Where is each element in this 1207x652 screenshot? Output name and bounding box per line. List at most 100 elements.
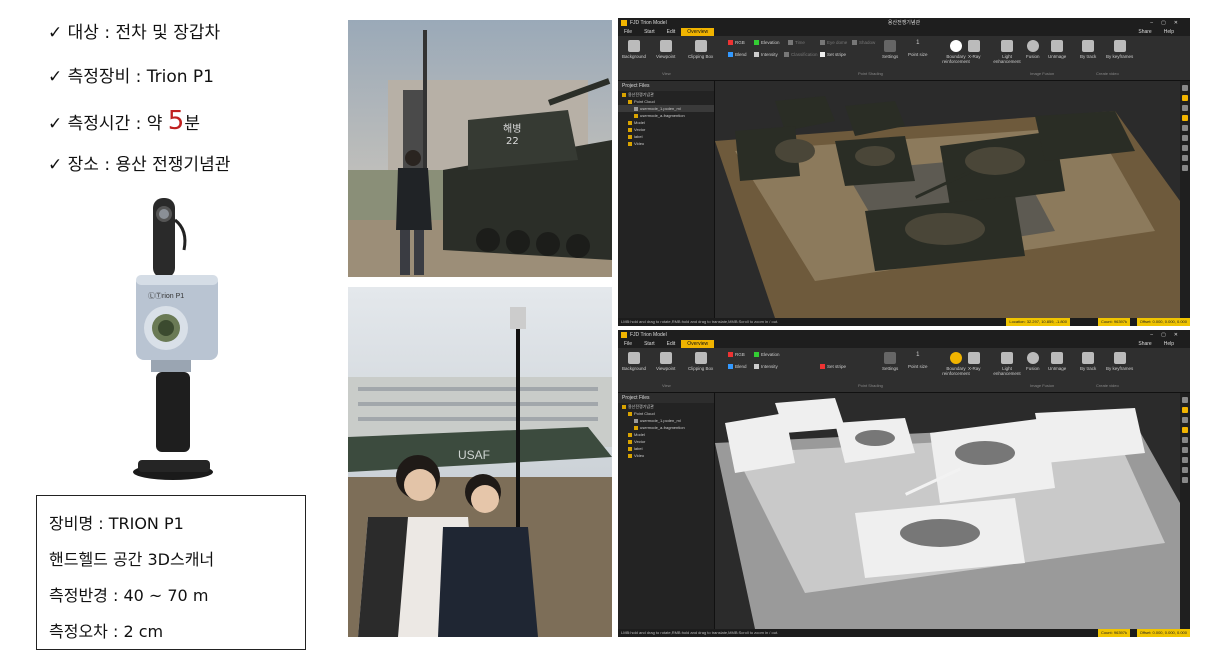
- menu-file[interactable]: File: [618, 28, 638, 36]
- share-button[interactable]: Share: [1132, 28, 1157, 36]
- classification-button[interactable]: Classification: [784, 52, 818, 58]
- tool-icon[interactable]: [1182, 105, 1188, 111]
- tool-icon[interactable]: [1182, 407, 1188, 413]
- by-keyframe-button[interactable]: By keyframes: [1106, 40, 1133, 59]
- xray-button[interactable]: X-Ray: [968, 40, 981, 59]
- viewpoint-label: Viewpoint: [656, 54, 676, 59]
- tree-item-model[interactable]: Model: [618, 119, 714, 126]
- tool-icon[interactable]: [1182, 437, 1188, 443]
- tree-item-root[interactable]: 용산전쟁기념관: [618, 91, 714, 98]
- menu-start[interactable]: Start: [638, 28, 661, 36]
- elevation-button[interactable]: Elevation: [754, 40, 780, 46]
- tool-icon[interactable]: [1182, 145, 1188, 151]
- group-view-label: View: [662, 383, 671, 388]
- fusion-button[interactable]: Fusion: [1026, 40, 1040, 59]
- tree-item-pc2[interactable]: usermode_a-fragmention: [618, 112, 714, 119]
- clipping-box-button[interactable]: Clipping Box: [688, 352, 713, 371]
- tree-item-pc2[interactable]: usermode_a-fragmention: [618, 424, 714, 431]
- menu-edit[interactable]: Edit: [661, 28, 682, 36]
- status-offset: Offset: 0.000, 0.000, 0.000: [1136, 629, 1190, 637]
- settings-button[interactable]: Settings: [882, 40, 898, 59]
- tool-icon[interactable]: [1182, 477, 1188, 483]
- share-button[interactable]: Share: [1132, 340, 1157, 348]
- intensity-button[interactable]: Intensity: [754, 52, 778, 58]
- by-track-button[interactable]: By track: [1080, 352, 1096, 371]
- info-time-prefix: ✓ 측정시간 : 약: [48, 114, 168, 134]
- tree-item-point-cloud[interactable]: Point Cloud: [618, 98, 714, 105]
- window-controls[interactable]: –▢✕: [1150, 330, 1186, 340]
- rgb-button[interactable]: RGB: [728, 352, 745, 358]
- keyframe-icon: [1113, 352, 1126, 364]
- rgb-button[interactable]: RGB: [728, 40, 745, 46]
- tool-icon[interactable]: [1182, 427, 1188, 433]
- intensity-button[interactable]: Intensity: [754, 364, 778, 370]
- unimage-button[interactable]: UnImage: [1048, 40, 1066, 59]
- menu-overview[interactable]: Overview: [681, 28, 715, 36]
- tree-item-pc1[interactable]: usermode_1.pcden_ml: [618, 105, 714, 112]
- group-point-shading-label: Point Shading: [858, 71, 883, 76]
- tree-item-label[interactable]: label: [618, 445, 714, 452]
- settings-button[interactable]: Settings: [882, 352, 898, 371]
- light-button[interactable]: Light enhancement: [990, 352, 1024, 376]
- tree-item-video[interactable]: Video: [618, 452, 714, 459]
- point-size-control[interactable]: 1 Point size: [908, 40, 928, 57]
- tree-item-pc1[interactable]: usermode_1.pcden_ml: [618, 417, 714, 424]
- blend-button[interactable]: Blend: [728, 364, 747, 370]
- set-stripe-icon: [820, 52, 825, 58]
- tree-item-vector[interactable]: Vector: [618, 438, 714, 445]
- viewpoint-button[interactable]: Viewpoint: [656, 40, 675, 59]
- by-keyframe-button[interactable]: By keyframes: [1106, 352, 1133, 371]
- point-size-control[interactable]: 1 Point size: [908, 352, 928, 369]
- tree-item-video[interactable]: Video: [618, 140, 714, 147]
- tree-item-model[interactable]: Model: [618, 431, 714, 438]
- tool-icon[interactable]: [1182, 95, 1188, 101]
- shadow-button[interactable]: Shadow: [852, 40, 875, 46]
- tool-icon[interactable]: [1182, 467, 1188, 473]
- viewpoint-button[interactable]: Viewpoint: [656, 352, 675, 371]
- unimage-button[interactable]: UnImage: [1048, 352, 1066, 371]
- tree-item-root[interactable]: 용산전쟁기념관: [618, 403, 714, 410]
- background-button[interactable]: Background: [622, 352, 646, 371]
- tool-icon[interactable]: [1182, 417, 1188, 423]
- xray-button[interactable]: X-Ray: [968, 352, 981, 371]
- tool-icon[interactable]: [1182, 135, 1188, 141]
- tool-icon[interactable]: [1182, 125, 1188, 131]
- info-target: ✓ 대상 : 전차 및 장갑차: [48, 23, 221, 43]
- info-equipment: ✓ 측정장비 : Trion P1: [48, 67, 214, 87]
- point-cloud-viewport-rgb[interactable]: [715, 81, 1180, 318]
- help-button[interactable]: Help: [1158, 28, 1180, 36]
- fusion-button[interactable]: Fusion: [1026, 352, 1040, 371]
- menu-overview[interactable]: Overview: [681, 340, 715, 348]
- menu-edit[interactable]: Edit: [661, 340, 682, 348]
- trion-model-window-rgb: FJD Trion Model 용산전쟁기념관 –▢✕ File Start Edi…: [618, 18, 1190, 326]
- light-button[interactable]: Light enhancement: [990, 40, 1024, 64]
- point-cloud-viewport-intensity[interactable]: [715, 393, 1180, 629]
- blend-button[interactable]: Blend: [728, 52, 747, 58]
- menu-file[interactable]: File: [618, 340, 638, 348]
- tree-item-point-cloud[interactable]: Point Cloud: [618, 410, 714, 417]
- tool-icon[interactable]: [1182, 85, 1188, 91]
- elevation-button[interactable]: Elevation: [754, 352, 780, 358]
- tool-icon[interactable]: [1182, 397, 1188, 403]
- tree-item-label[interactable]: label: [618, 133, 714, 140]
- clipping-box-button[interactable]: Clipping Box: [688, 40, 713, 59]
- help-button[interactable]: Help: [1158, 340, 1180, 348]
- set-stripe-button[interactable]: Set stripe: [820, 364, 846, 370]
- tool-icon[interactable]: [1182, 115, 1188, 121]
- set-stripe-button[interactable]: Set stripe: [820, 52, 846, 58]
- by-track-button[interactable]: By track: [1080, 40, 1096, 59]
- project-files-panel: Project Files 용산전쟁기념관 Point Cloud usermo…: [618, 81, 715, 318]
- window-controls[interactable]: –▢✕: [1150, 18, 1186, 28]
- menu-start[interactable]: Start: [638, 340, 661, 348]
- tool-icon[interactable]: [1182, 447, 1188, 453]
- tool-icon[interactable]: [1182, 457, 1188, 463]
- tree-item-vector[interactable]: Vector: [618, 126, 714, 133]
- tool-icon[interactable]: [1182, 155, 1188, 161]
- background-button[interactable]: Background: [622, 40, 646, 59]
- info-time: ✓ 측정시간 : 약 5분: [48, 104, 328, 148]
- tool-icon[interactable]: [1182, 165, 1188, 171]
- clipping-box-icon: [694, 40, 707, 52]
- photo-people-scanning: USAF: [348, 287, 612, 637]
- eye-dome-button[interactable]: Eye dome: [820, 40, 847, 46]
- time-button[interactable]: Time: [788, 40, 805, 46]
